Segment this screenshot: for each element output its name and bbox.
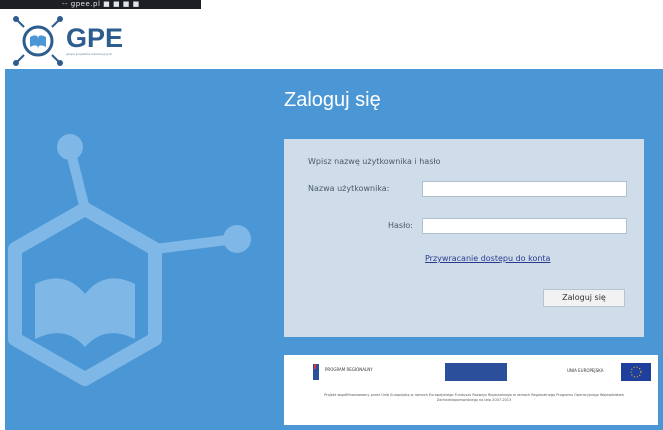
recover-access-link[interactable]: Przywracanie dostępu do konta xyxy=(425,254,550,263)
funding-footer: PROGRAM REGIONALNY UNIA EUROPEJSKA Proje… xyxy=(284,355,658,425)
login-prompt: Wpisz nazwę użytkownika i hasło xyxy=(308,157,441,166)
username-label: Nazwa użytkownika: xyxy=(308,184,390,193)
gpe-logo-icon xyxy=(13,16,63,66)
password-label: Hasło: xyxy=(388,221,413,230)
login-title: Zaloguj się xyxy=(284,89,381,111)
login-button[interactable]: Zaloguj się xyxy=(543,289,625,307)
eu-logo: UNIA EUROPEJSKA xyxy=(559,363,651,381)
svg-text:UNIA EUROPEJSKA: UNIA EUROPEJSKA xyxy=(567,368,604,373)
funding-text: Projekt współfinansowany przez Unię Euro… xyxy=(324,393,624,402)
header: GPE grupa projektów edukacyjnych xyxy=(0,9,663,66)
logo-tagline: grupa projektów edukacyjnych xyxy=(66,52,113,56)
logo-text: GPE xyxy=(66,23,124,53)
region-logo xyxy=(445,363,507,381)
password-input[interactable] xyxy=(422,218,627,234)
regional-program-logo: PROGRAM REGIONALNY xyxy=(313,363,375,381)
login-form: Wpisz nazwę użytkownika i hasło Nazwa uż… xyxy=(284,139,644,337)
username-input[interactable] xyxy=(422,181,627,197)
svg-text:PROGRAM REGIONALNY: PROGRAM REGIONALNY xyxy=(325,367,373,372)
login-panel: Zaloguj się Wpisz nazwę użytkownika i ha… xyxy=(5,69,663,430)
book-molecule-icon xyxy=(8,134,251,386)
top-status-bar: -- gpee.pl ■ ■ ■ ■ xyxy=(0,0,201,9)
